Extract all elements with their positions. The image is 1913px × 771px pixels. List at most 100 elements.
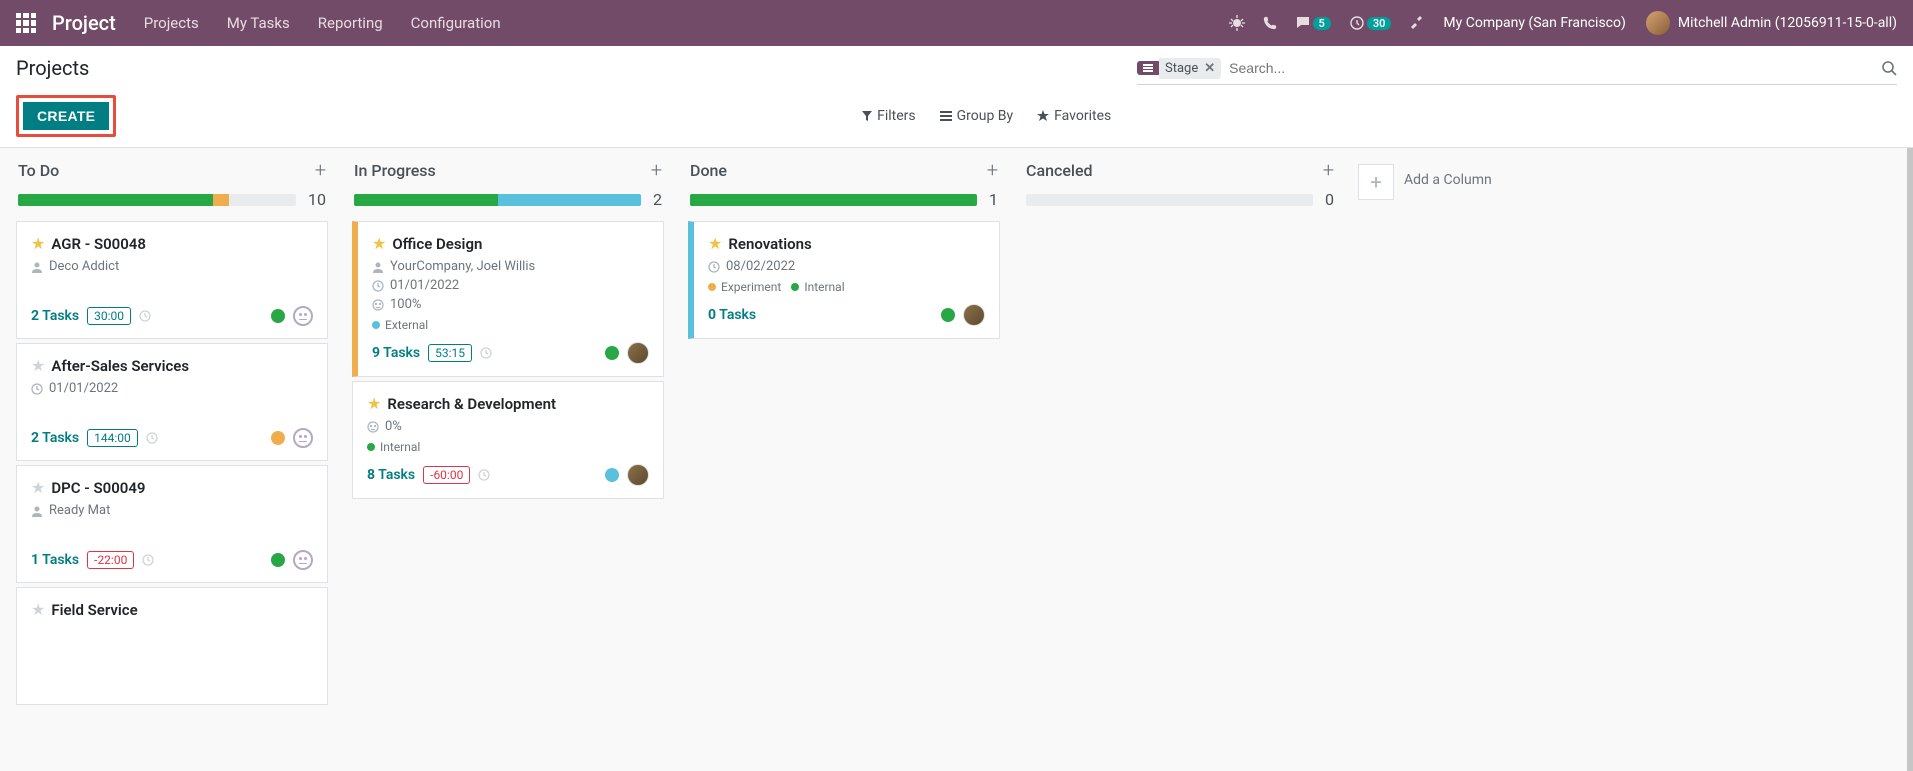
filter-icon (862, 111, 872, 121)
task-count[interactable]: 8 Tasks (367, 467, 415, 483)
kanban-card[interactable]: ★ Field Service (16, 587, 328, 705)
card-footer: 9 Tasks 53:15 (372, 332, 649, 364)
user-menu[interactable]: Mitchell Admin (12056911-15-0-all) (1646, 11, 1897, 35)
task-count[interactable]: 1 Tasks (31, 552, 79, 568)
search-facet-stage[interactable]: Stage ✕ (1159, 58, 1221, 79)
star-icon[interactable]: ★ (708, 234, 722, 253)
progress-bar[interactable] (354, 194, 641, 206)
user-icon (31, 261, 43, 273)
user-icon (31, 505, 43, 517)
company-switcher[interactable]: My Company (San Francisco) (1443, 15, 1625, 31)
assignee-avatar[interactable] (627, 464, 649, 486)
close-icon[interactable]: ✕ (1204, 61, 1215, 76)
task-count[interactable]: 2 Tasks (31, 430, 79, 446)
status-dot[interactable] (271, 553, 285, 567)
star-icon[interactable]: ★ (31, 356, 45, 375)
add-card-icon[interactable]: + (987, 158, 998, 182)
assignee-avatar[interactable] (627, 342, 649, 364)
phone-icon[interactable] (1263, 16, 1277, 30)
status-dot[interactable] (605, 346, 619, 360)
status-dot[interactable] (605, 468, 619, 482)
create-button[interactable]: CREATE (23, 102, 109, 130)
satisfaction-icon[interactable] (293, 306, 313, 326)
card-footer: 0 Tasks (708, 294, 985, 326)
kanban-card[interactable]: ★ AGR - S00048 Deco Addict 2 Tasks 30:00 (16, 221, 328, 339)
star-icon[interactable]: ★ (31, 478, 45, 497)
progress-bar[interactable] (1026, 194, 1313, 206)
card-title: AGR - S00048 (51, 235, 146, 253)
card-title: DPC - S00049 (51, 479, 145, 497)
satisfaction-icon[interactable] (293, 428, 313, 448)
hours-badge: 144:00 (87, 429, 138, 447)
kanban-card[interactable]: ★ Office Design YourCompany, Joel Willis… (352, 221, 664, 377)
card-title: After-Sales Services (51, 357, 189, 375)
kanban-card[interactable]: ★ DPC - S00049 Ready Mat 1 Tasks -22:00 (16, 465, 328, 583)
top-navbar: Project Projects My Tasks Reporting Conf… (0, 0, 1913, 46)
progress-bar[interactable] (690, 194, 977, 206)
user-icon (372, 261, 384, 273)
nav-menu: Projects My Tasks Reporting Configuratio… (144, 14, 501, 32)
star-icon[interactable]: ★ (372, 234, 386, 253)
favorites-button[interactable]: Favorites (1037, 108, 1111, 124)
hours-badge: -22:00 (87, 551, 134, 569)
hours-badge: -60:00 (423, 466, 470, 484)
task-count[interactable]: 9 Tasks (372, 345, 420, 361)
column-title[interactable]: To Do (18, 161, 59, 180)
search-bar[interactable]: Stage ✕ (1137, 56, 1897, 85)
card-title: Office Design (392, 235, 482, 253)
bug-icon[interactable] (1229, 15, 1245, 31)
column-title[interactable]: Done (690, 161, 727, 180)
apps-icon[interactable] (16, 13, 36, 33)
star-icon[interactable]: ★ (31, 234, 45, 253)
messages-badge: 5 (1313, 17, 1331, 30)
status-dot[interactable] (271, 431, 285, 445)
search-input[interactable] (1221, 56, 1881, 80)
card-meta: Deco Addict (31, 259, 313, 274)
tag: Internal (367, 440, 420, 454)
add-card-icon[interactable]: + (651, 158, 662, 182)
card-meta: 01/01/2022 (372, 278, 649, 293)
satisfaction-icon[interactable] (293, 550, 313, 570)
tags-row: External (372, 318, 649, 332)
column-title[interactable]: In Progress (354, 161, 436, 180)
app-brand[interactable]: Project (52, 11, 116, 35)
kanban-column: Canceled + 0 (1012, 148, 1348, 771)
search-facet-label: Stage (1165, 61, 1198, 76)
task-count[interactable]: 2 Tasks (31, 308, 79, 324)
kanban-card[interactable]: ★ After-Sales Services 01/01/2022 2 Task… (16, 343, 328, 461)
column-title[interactable]: Canceled (1026, 161, 1093, 180)
add-card-icon[interactable]: + (1323, 158, 1334, 182)
nav-reporting[interactable]: Reporting (318, 14, 383, 32)
nav-configuration[interactable]: Configuration (411, 14, 501, 32)
task-count[interactable]: 0 Tasks (708, 307, 756, 323)
star-icon[interactable]: ★ (367, 394, 381, 413)
add-column-label[interactable]: Add a Column (1404, 164, 1492, 188)
column-count: 10 (308, 190, 326, 209)
search-icon[interactable] (1881, 60, 1897, 76)
kanban-column: To Do + 10 ★ AGR - S00048 Deco Addict 2 … (4, 148, 340, 771)
clock-icon (31, 383, 43, 395)
status-dot[interactable] (941, 308, 955, 322)
activities-icon[interactable]: 30 (1349, 15, 1392, 31)
tools-icon[interactable] (1409, 15, 1425, 31)
create-highlight: CREATE (16, 95, 116, 137)
plus-icon[interactable]: + (1358, 164, 1394, 200)
messages-icon[interactable]: 5 (1295, 15, 1331, 31)
clock-icon (708, 261, 720, 273)
progress-bar[interactable] (18, 194, 296, 206)
star-icon (1037, 110, 1049, 122)
status-dot[interactable] (271, 309, 285, 323)
nav-my-tasks[interactable]: My Tasks (227, 14, 290, 32)
star-icon[interactable]: ★ (31, 600, 45, 619)
tag: External (372, 318, 428, 332)
kanban-card[interactable]: ★ Renovations 08/02/2022 ExperimentInter… (688, 221, 1000, 339)
add-card-icon[interactable]: + (315, 158, 326, 182)
groupby-button[interactable]: Group By (940, 108, 1014, 124)
kanban-column: Done + 1 ★ Renovations 08/02/2022 Experi… (676, 148, 1012, 771)
add-column[interactable]: + Add a Column (1348, 148, 1528, 771)
kanban-card[interactable]: ★ Research & Development 0% Internal 8 T… (352, 381, 664, 499)
nav-projects[interactable]: Projects (144, 14, 199, 32)
filters-button[interactable]: Filters (862, 108, 916, 124)
assignee-avatar[interactable] (963, 304, 985, 326)
control-panel: Projects Stage ✕ CREATE Filters Group By (0, 46, 1913, 148)
